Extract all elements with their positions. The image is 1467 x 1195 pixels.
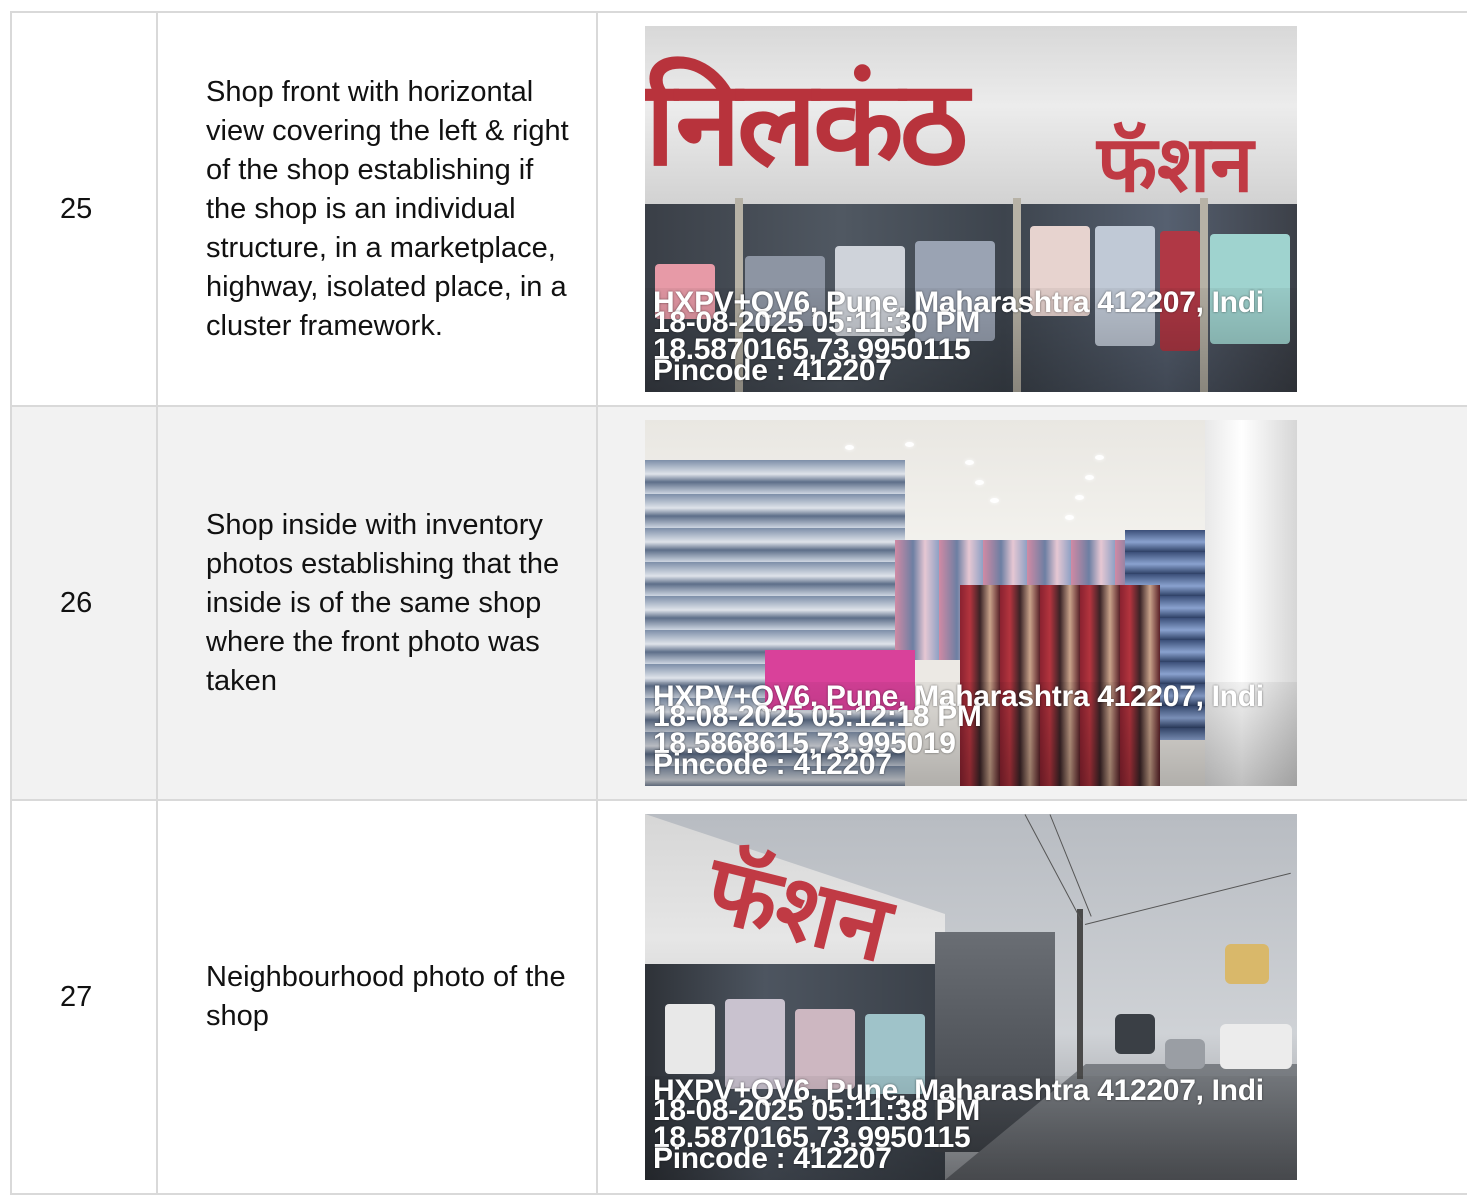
table-row: 27 Neighbourhood photo of the shop फॅशन [10, 799, 1467, 1195]
watermark-pincode: Pincode : 412207 [653, 748, 892, 781]
electric-pole [1077, 909, 1083, 1079]
row-description: Neighbourhood photo of the shop [156, 799, 598, 1195]
row-number: 27 [10, 799, 158, 1195]
shop-inside-photo: HXPV+QV6, Pune, Maharashtra 412207, Indi… [645, 420, 1297, 786]
table-row: 25 Shop front with horizontal view cover… [10, 11, 1467, 407]
geotag-watermark: HXPV+QV6, Pune, Maharashtra 412207, Indi… [645, 288, 1297, 392]
row-description: Shop inside with inventory photos establ… [156, 405, 598, 801]
watermark-pincode: Pincode : 412207 [653, 1142, 892, 1175]
row-description: Shop front with horizontal view covering… [156, 11, 598, 407]
signboard-text-2: फॅशन [1097, 120, 1254, 210]
row-number: 26 [10, 405, 158, 801]
geotag-watermark: HXPV+QV6, Pune, Maharashtra 412207, Indi… [645, 682, 1297, 786]
document-page: 25 Shop front with horizontal view cover… [0, 0, 1467, 1195]
row-number: 25 [10, 11, 158, 407]
watermark-pincode: Pincode : 412207 [653, 354, 892, 387]
table-row: 26 Shop inside with inventory photos est… [10, 405, 1467, 801]
geotag-watermark: HXPV+QV6, Pune, Maharashtra 412207, Indi… [645, 1076, 1297, 1180]
photo-cell: निलकंठ फॅशन HXPV+QV6, Pune, Maharashtra … [596, 11, 1467, 407]
photo-cell: फॅशन HXPV+QV6, Pune, Maharashtra 412207,… [596, 799, 1467, 1195]
photo-cell: HXPV+QV6, Pune, Maharashtra 412207, Indi… [596, 405, 1467, 801]
signboard-text: निलकंठ [645, 54, 968, 192]
shop-front-photo: निलकंठ फॅशन HXPV+QV6, Pune, Maharashtra … [645, 26, 1297, 392]
photo-evidence-table: 25 Shop front with horizontal view cover… [10, 11, 1467, 1195]
neighbourhood-photo: फॅशन HXPV+QV6, Pune, Maharashtra 412207,… [645, 814, 1297, 1180]
